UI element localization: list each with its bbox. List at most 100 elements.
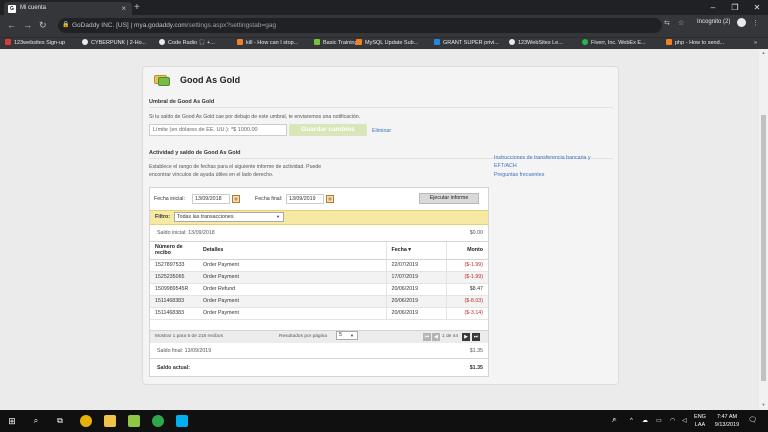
app-icon[interactable] <box>152 415 164 427</box>
bookmark-favicon-icon <box>434 39 440 45</box>
end-date-input[interactable]: 13/09/2019 <box>286 194 324 204</box>
search-icon[interactable]: ⌕ <box>28 410 44 432</box>
task-view-icon[interactable]: ⧉ <box>52 410 68 432</box>
new-tab-button[interactable]: + <box>134 1 140 14</box>
calendar-icon[interactable]: ▦ <box>232 195 240 203</box>
skype-icon[interactable] <box>176 415 188 427</box>
bookmark-item[interactable]: GRANT SUPER privi... <box>434 38 499 49</box>
reload-icon[interactable]: ↻ <box>39 20 47 31</box>
receipt-cell: 1509989545R <box>150 283 198 296</box>
column-header-date[interactable]: Fecha ▾ <box>385 242 446 260</box>
last-page-icon[interactable]: ⏭ <box>472 333 480 341</box>
windows-start-icon[interactable]: ⊞ <box>4 410 20 432</box>
star-icon[interactable]: ☆ <box>678 19 684 27</box>
tab-title: Mi cuenta <box>20 5 47 11</box>
bookmark-label: 123websites Sign-up <box>14 40 66 46</box>
bookmark-label: CYBERPUNK | 2-Ho... <box>91 40 147 46</box>
showing-count: Mostrar 1 para 5 de 218 recibos <box>155 334 223 339</box>
notifications-icon[interactable]: 🗨 <box>748 417 757 425</box>
calendar-icon[interactable]: ▦ <box>326 195 334 203</box>
wifi-icon[interactable]: ◠ <box>670 417 675 425</box>
table-row: 1527897533 Order Payment 22/07/2019 ($-1… <box>150 259 488 272</box>
browser-toolbar: ← → ↻ 🔒 GoDaddy INC. [US] | mya.godaddy.… <box>0 15 768 37</box>
bookmark-favicon-icon <box>666 39 672 45</box>
bookmark-label: 123WebSites Le... <box>518 40 563 46</box>
close-window-button[interactable]: ✕ <box>746 0 768 15</box>
bookmarks-more-button[interactable]: » <box>754 38 757 49</box>
incognito-avatar[interactable] <box>737 18 746 27</box>
clock[interactable]: 7:47 AM 9/13/2019 <box>712 413 742 429</box>
receipt-cell: 1511468383 <box>150 307 198 320</box>
incognito-label[interactable]: Incognito (2) <box>697 19 730 25</box>
url-site-name: GoDaddy INC. [US] <box>72 22 129 29</box>
tray-arrow-icon[interactable]: ^ <box>630 417 633 425</box>
threshold-heading: Umbral de Good As Gold <box>149 99 215 105</box>
bookmark-label: Code Radio 🎧 +... <box>168 40 215 46</box>
scroll-up-icon[interactable]: ▲ <box>760 50 767 55</box>
bookmark-item[interactable]: kill - How can I stop... <box>237 38 298 49</box>
bookmark-label: GRANT SUPER privi... <box>443 40 499 46</box>
bookmark-item[interactable]: Code Radio 🎧 +... <box>159 38 215 49</box>
language-indicator[interactable]: ENG LAA <box>693 413 707 429</box>
date-cell: 22/07/2019 <box>385 259 446 272</box>
date-cell: 20/06/2019 <box>385 283 446 296</box>
start-date-input[interactable]: 13/09/2018 <box>192 194 230 204</box>
scrollbar-thumb[interactable] <box>761 115 766 381</box>
bookmark-item[interactable]: php - How to send... <box>666 38 724 49</box>
current-balance-amount: $1.35 <box>469 365 483 371</box>
column-header-details[interactable]: Detalles <box>198 242 386 260</box>
faq-link[interactable]: Preguntas frecuentes <box>494 171 544 179</box>
file-explorer-icon[interactable] <box>104 415 116 427</box>
bookmark-label: MySQL Update Sub... <box>365 40 419 46</box>
translate-icon[interactable]: ⇆ <box>664 19 670 27</box>
bookmark-item[interactable]: CYBERPUNK | 2-Ho... <box>82 38 146 49</box>
chrome-icon[interactable] <box>80 415 92 427</box>
column-header-amount[interactable]: Monto <box>445 242 488 260</box>
maximize-button[interactable]: ❐ <box>724 0 746 15</box>
receipt-header-line2: recibo <box>155 250 171 257</box>
menu-dots-icon[interactable]: ⋮ <box>752 19 759 27</box>
bookmark-item[interactable]: Fiverr, Inc. WebEx E... <box>582 38 646 49</box>
filter-select[interactable]: Todas las transacciones ▼ <box>174 212 284 222</box>
save-changes-button[interactable]: Guardar cambios <box>289 124 367 136</box>
bookmark-favicon-icon <box>82 39 88 45</box>
bookmark-item[interactable]: 123websites Sign-up <box>5 38 65 49</box>
scroll-down-icon[interactable]: ▼ <box>760 402 767 407</box>
opening-balance-label: Saldo inicial: 13/09/2018 <box>157 230 215 236</box>
battery-icon[interactable]: ▭ <box>656 417 662 425</box>
bookmark-favicon-icon <box>509 39 515 45</box>
table-row: 1511468383 Order Payment 20/06/2019 ($-8… <box>150 295 488 308</box>
tab-close-icon[interactable]: × <box>121 2 126 15</box>
bookmark-item[interactable]: Basic Training <box>314 38 358 49</box>
chevron-down-icon: ▼ <box>350 333 354 338</box>
minimize-button[interactable]: – <box>702 0 724 15</box>
people-icon[interactable]: ዶ <box>612 417 616 425</box>
next-page-icon[interactable]: ▶ <box>462 333 470 341</box>
run-report-button[interactable]: Ejecutar informe <box>419 193 479 204</box>
previous-page-icon[interactable]: ◀ <box>432 333 440 341</box>
volume-icon[interactable]: ◁ <box>682 417 687 425</box>
chevron-down-icon: ▼ <box>276 214 280 219</box>
filter-selected-value: Todas las transacciones <box>177 214 234 220</box>
column-header-receipt[interactable]: Número de recibo <box>150 242 198 260</box>
details-cell: Order Payment <box>198 259 386 272</box>
bookmark-favicon-icon <box>582 39 588 45</box>
clock-date: 9/13/2019 <box>714 422 740 428</box>
back-icon[interactable]: ← <box>7 20 16 30</box>
details-cell: Order Payment <box>198 271 386 284</box>
receipt-cell: 1511468383 <box>150 295 198 308</box>
tab-mi-cuenta[interactable]: G Mi cuenta × <box>4 2 132 15</box>
bookmark-item[interactable]: MySQL Update Sub... <box>356 38 418 49</box>
forward-icon[interactable]: → <box>23 20 32 30</box>
threshold-limit-input[interactable]: Límite (en dólares de EE. UU.): *$ 1000.… <box>149 124 287 136</box>
onedrive-icon[interactable]: ☁ <box>642 417 648 425</box>
per-page-select[interactable]: 5 ▼ <box>336 331 358 340</box>
notepad-icon[interactable] <box>128 415 140 427</box>
first-page-icon[interactable]: ⏮ <box>423 333 431 341</box>
bookmark-item[interactable]: 123WebSites Le... <box>509 38 563 49</box>
filter-label: Filtro: <box>155 214 171 220</box>
divider <box>150 358 488 359</box>
delete-link[interactable]: Eliminar <box>372 127 391 135</box>
address-bar[interactable]: 🔒 GoDaddy INC. [US] | mya.godaddy.com/se… <box>58 18 662 33</box>
bank-transfer-link[interactable]: Instrucciones de transferencia bancaria … <box>494 154 612 170</box>
